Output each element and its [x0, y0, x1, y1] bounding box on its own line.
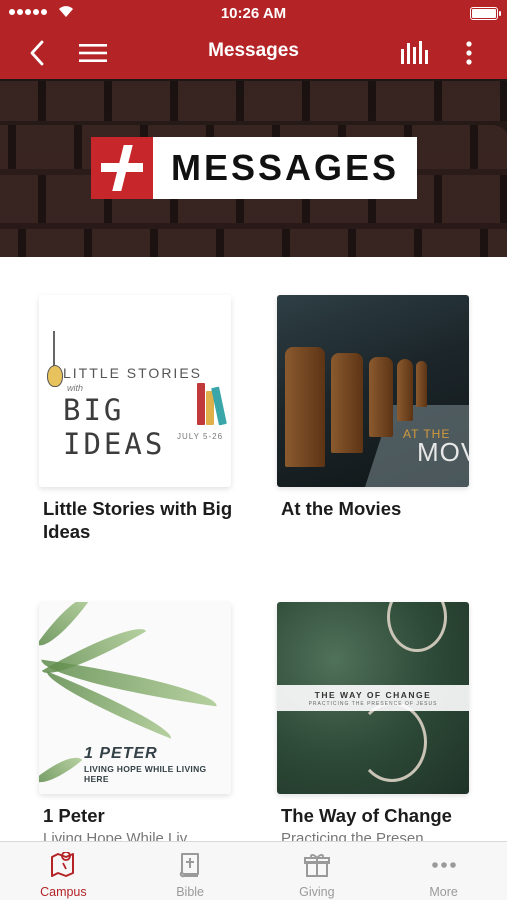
- back-button[interactable]: [22, 27, 52, 79]
- series-artwork: THE WAY OF CHANGE PRACTICING THE PRESENC…: [277, 602, 469, 794]
- hero-banner: MESSAGES: [0, 79, 507, 257]
- map-icon: [48, 851, 78, 879]
- more-options-button[interactable]: [456, 27, 482, 79]
- nav-bar: Messages: [0, 27, 507, 79]
- series-artwork: LITTLE STORIES with BIG IDEAS JULY 5-26: [39, 295, 231, 487]
- church-cross-logo-icon: [91, 137, 153, 199]
- messages-logo: MESSAGES: [91, 137, 417, 199]
- ellipsis-icon: [429, 851, 459, 879]
- series-title: 1 Peter: [43, 805, 105, 826]
- status-time: 10:26 AM: [220, 5, 287, 22]
- gift-icon: [302, 851, 332, 879]
- audio-bars-icon: [401, 41, 428, 64]
- menu-button[interactable]: [74, 27, 112, 79]
- audio-button[interactable]: [396, 27, 434, 79]
- tab-campus[interactable]: Campus: [0, 842, 127, 900]
- series-title: Little Stories with Big Ideas: [43, 498, 233, 542]
- vertical-ellipsis-icon: [466, 41, 472, 65]
- logo-text: MESSAGES: [153, 137, 417, 199]
- series-card-at-the-movies[interactable]: AT THE MOV At the Movies: [277, 295, 469, 519]
- tab-more[interactable]: More: [380, 842, 507, 900]
- bible-icon: [175, 851, 205, 879]
- lightbulb-icon: [47, 365, 63, 387]
- series-artwork: AT THE MOV: [277, 295, 469, 487]
- chevron-left-icon: [30, 40, 44, 66]
- tab-bible[interactable]: Bible: [127, 842, 254, 900]
- hamburger-icon: [79, 44, 107, 62]
- series-title: The Way of Change: [281, 805, 452, 826]
- status-bar: 10:26 AM: [0, 0, 507, 27]
- series-card-way-of-change[interactable]: THE WAY OF CHANGE PRACTICING THE PRESENC…: [277, 602, 469, 847]
- battery-icon: [470, 7, 501, 20]
- series-title: At the Movies: [281, 498, 402, 519]
- series-artwork: 1 PETER LIVING HOPE WHILE LIVING HERE: [39, 602, 231, 794]
- series-card-little-stories[interactable]: LITTLE STORIES with BIG IDEAS JULY 5-26 …: [39, 295, 232, 542]
- series-card-1-peter[interactable]: 1 PETER LIVING HOPE WHILE LIVING HERE 1 …: [39, 602, 231, 847]
- tab-bar: Campus Bible Giving More: [0, 841, 507, 900]
- tab-giving[interactable]: Giving: [254, 842, 381, 900]
